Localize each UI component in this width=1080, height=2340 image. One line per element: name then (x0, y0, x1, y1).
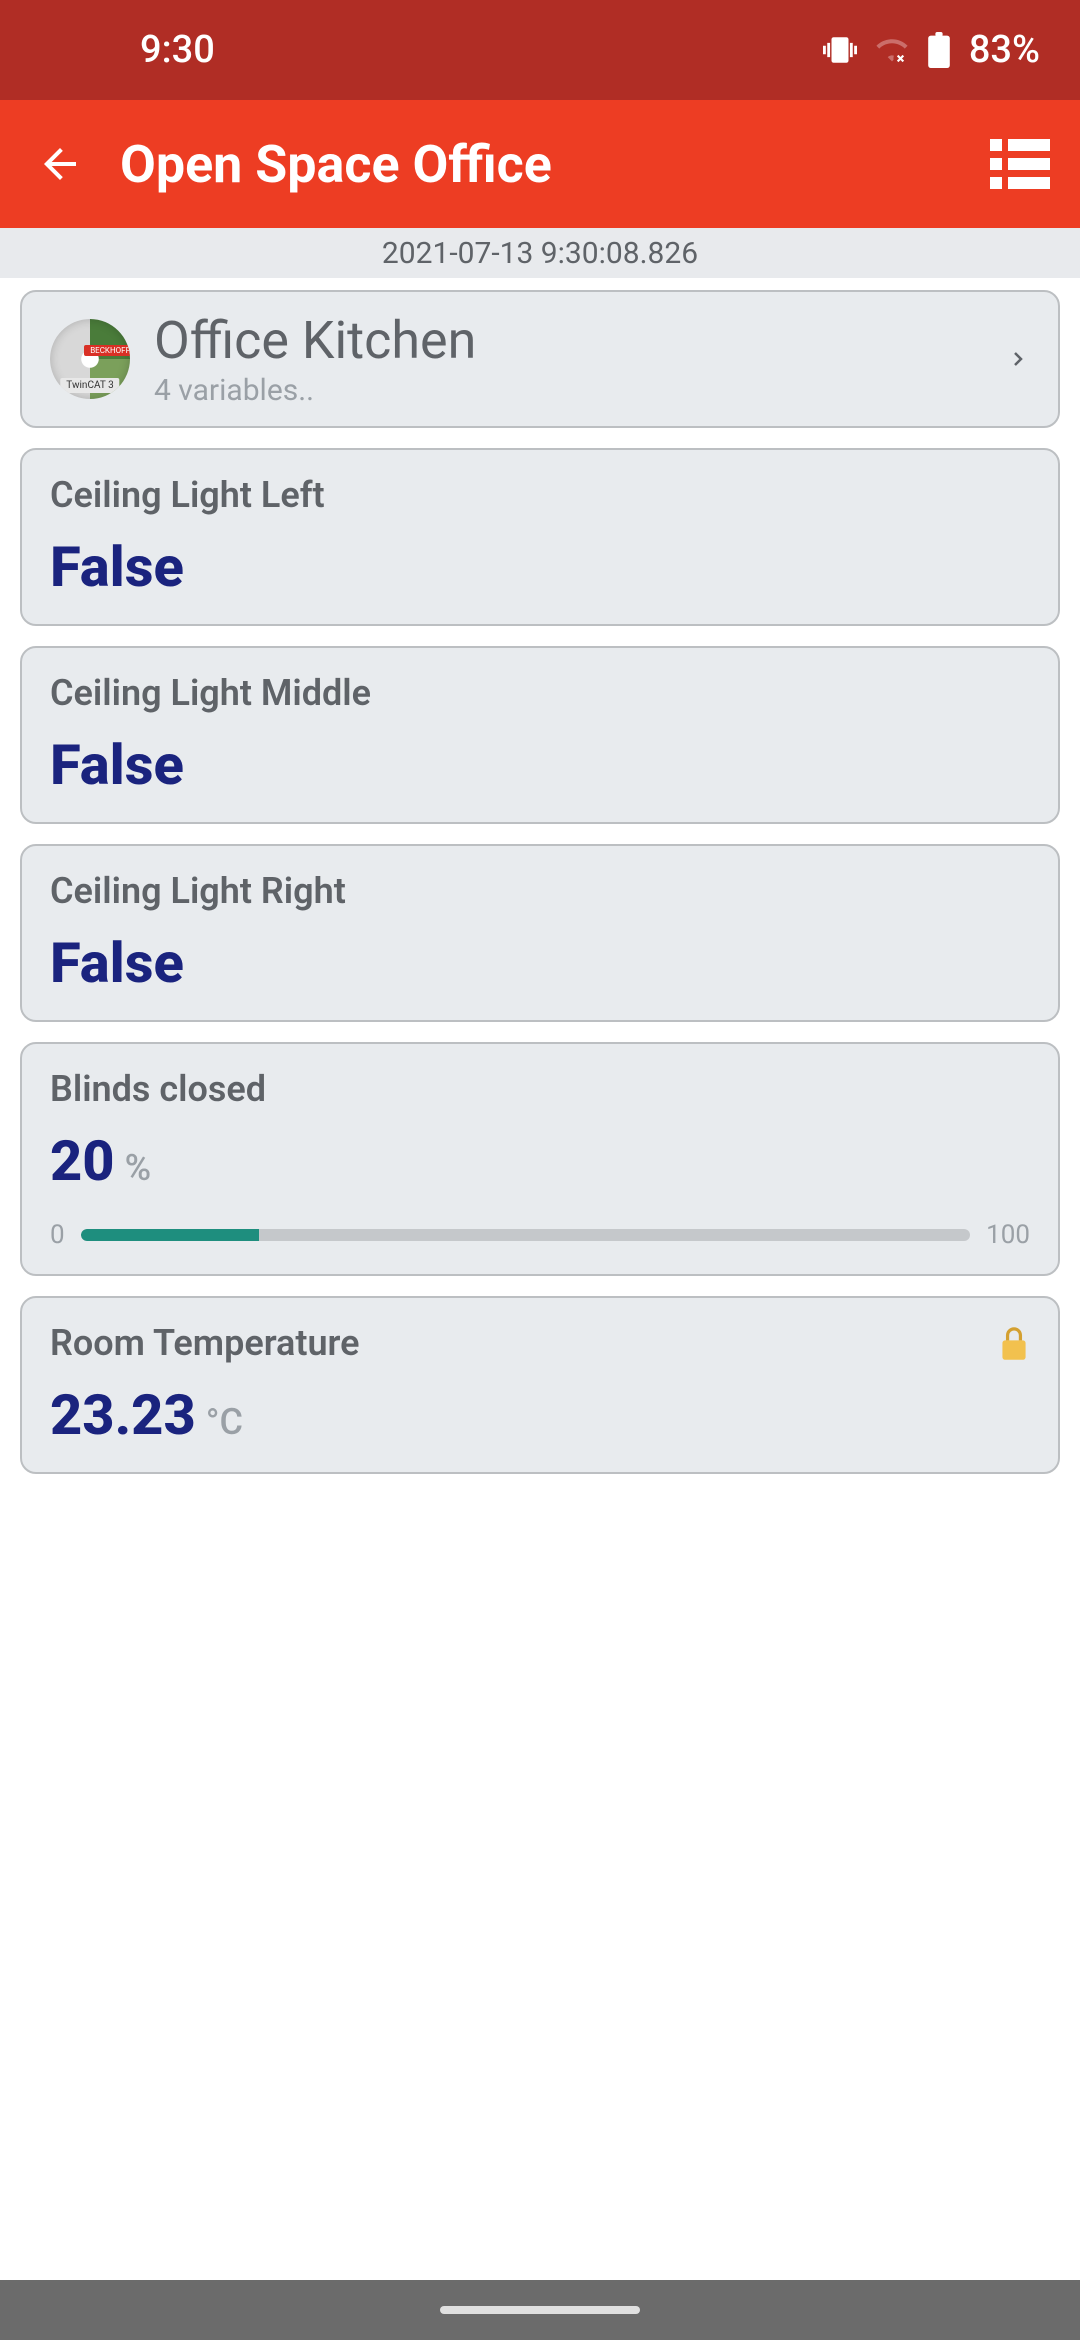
content: BECKHOFF TwinCAT 3 Office Kitchen 4 vari… (0, 278, 1080, 1506)
chevron-right-icon (1006, 347, 1030, 371)
card-label: Ceiling Light Right (50, 870, 1030, 912)
lock-icon (998, 1325, 1030, 1361)
card-value: False (50, 732, 184, 798)
card-unit: % (125, 1147, 152, 1189)
status-battery-text: 83% (969, 28, 1040, 72)
battery-icon (927, 32, 951, 68)
card-ceiling-right[interactable]: Ceiling Light Right False (20, 844, 1060, 1022)
status-bar: 9:30 83% (0, 0, 1080, 100)
slider-fill (81, 1229, 259, 1241)
status-time: 9:30 (140, 28, 215, 72)
card-value: 23.23 (50, 1382, 196, 1448)
list-view-button[interactable] (990, 139, 1050, 189)
card-ceiling-middle[interactable]: Ceiling Light Middle False (20, 646, 1060, 824)
card-value: False (50, 930, 184, 996)
card-label: Ceiling Light Left (50, 474, 1030, 516)
slider-row: 0 100 (50, 1220, 1030, 1250)
card-label: Ceiling Light Middle (50, 672, 1030, 714)
card-temperature[interactable]: Room Temperature 23.23 °C (20, 1296, 1060, 1474)
card-ceiling-left[interactable]: Ceiling Light Left False (20, 448, 1060, 626)
slider-min: 0 (50, 1220, 65, 1250)
summary-subtitle: 4 variables.. (154, 373, 1006, 408)
card-label: Room Temperature (50, 1322, 360, 1364)
arrow-left-icon (36, 140, 84, 188)
summary-text: Office Kitchen 4 variables.. (154, 310, 1006, 408)
card-unit: °C (206, 1401, 243, 1443)
back-button[interactable] (30, 134, 90, 194)
blinds-slider[interactable] (81, 1229, 971, 1241)
card-blinds[interactable]: Blinds closed 20 % 0 100 (20, 1042, 1060, 1276)
timestamp-bar: 2021-07-13 9:30:08.826 (0, 228, 1080, 278)
summary-card[interactable]: BECKHOFF TwinCAT 3 Office Kitchen 4 vari… (20, 290, 1060, 428)
disc-icon: BECKHOFF TwinCAT 3 (50, 319, 130, 399)
summary-title: Office Kitchen (154, 310, 1006, 371)
app-bar: Open Space Office (0, 100, 1080, 228)
slider-max: 100 (986, 1220, 1030, 1250)
card-value: False (50, 534, 184, 600)
wifi-off-icon (875, 33, 909, 67)
vibrate-icon (823, 33, 857, 67)
nav-bar (0, 2280, 1080, 2340)
nav-handle[interactable] (440, 2306, 640, 2314)
card-label: Blinds closed (50, 1068, 1030, 1110)
card-value: 20 (50, 1128, 115, 1194)
status-right: 83% (823, 28, 1040, 72)
page-title: Open Space Office (120, 134, 990, 195)
